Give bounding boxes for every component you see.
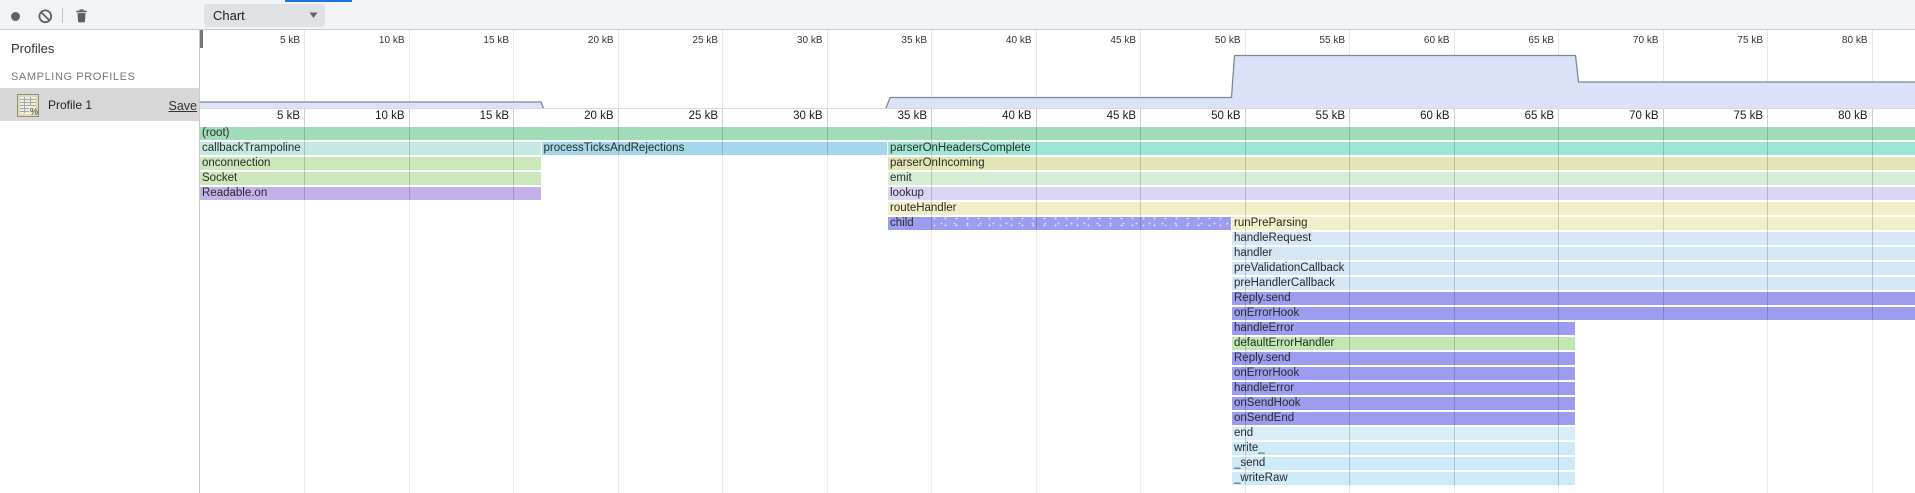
svg-text:%: % [30,106,38,116]
